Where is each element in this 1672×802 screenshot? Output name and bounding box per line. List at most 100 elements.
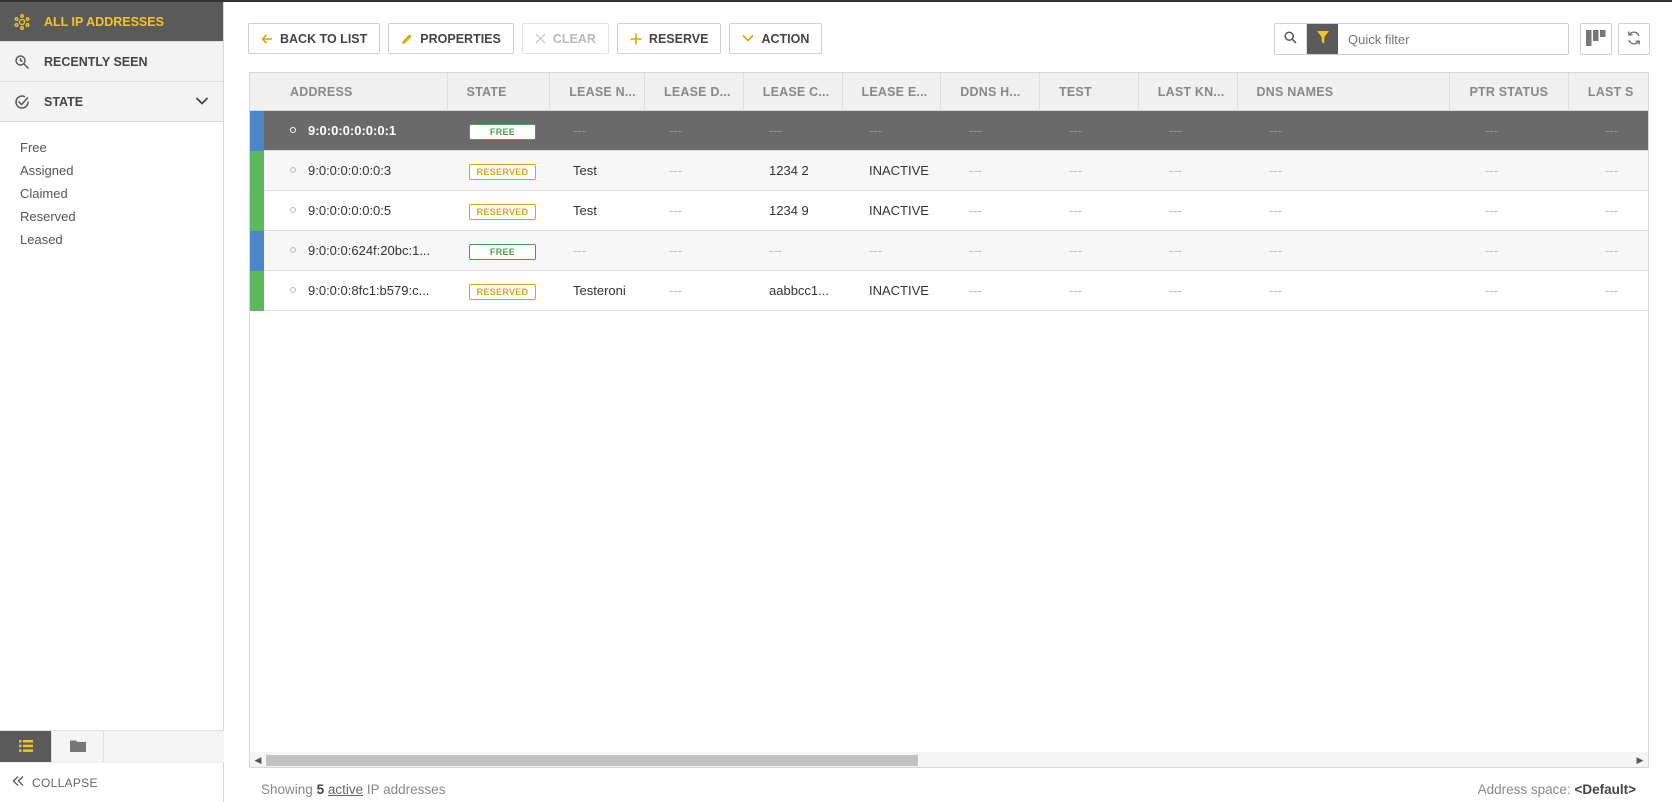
- cell-last-known: ---: [1169, 123, 1182, 138]
- state-color-bar: [250, 151, 264, 191]
- cell-ddns: ---: [969, 243, 982, 258]
- cell-address: 9:0:0:0:0:0:0:1: [264, 111, 450, 150]
- column-header-lease-name[interactable]: LEASE N...: [550, 73, 646, 111]
- state-color-bar: [250, 191, 264, 231]
- status-count: 5: [316, 782, 325, 797]
- column-header-last-seen[interactable]: LAST S: [1569, 73, 1648, 111]
- status-prefix: Showing: [261, 782, 313, 797]
- cell-last-seen: ---: [1605, 283, 1618, 298]
- folder-view-tab[interactable]: [52, 731, 104, 763]
- network-icon: [12, 12, 32, 32]
- nav-all-ip-addresses[interactable]: ALL IP ADDRESSES: [0, 2, 223, 42]
- cell-lease-name: Testeroni: [573, 283, 626, 298]
- cell-ptr-status: ---: [1485, 283, 1498, 298]
- column-header-ptr-status[interactable]: PTR STATUS: [1450, 73, 1569, 111]
- list-view-tab[interactable]: [0, 731, 52, 763]
- cell-ptr-status: ---: [1485, 123, 1498, 138]
- row-radio-icon[interactable]: [290, 206, 296, 213]
- table-row[interactable]: 9:0:0:0:0:0:0:5 RESERVED Test --- 1234 9 INAC…: [250, 191, 1648, 231]
- cell-ptr-status: ---: [1485, 203, 1498, 218]
- column-header-lease-e[interactable]: LEASE E...: [843, 73, 942, 111]
- column-layout-button[interactable]: [1580, 23, 1612, 55]
- state-option-leased[interactable]: Leased: [20, 228, 223, 251]
- column-header-ddns[interactable]: DDNS H...: [941, 73, 1041, 111]
- cell-state: RESERVED: [450, 271, 554, 310]
- column-header-dns-names[interactable]: DNS NAMES: [1238, 73, 1451, 111]
- cell-lease-e: INACTIVE: [869, 163, 929, 178]
- list-icon: [18, 739, 33, 755]
- collapse-sidebar-button[interactable]: COLLAPSE: [0, 762, 224, 802]
- cell-last-known: ---: [1169, 243, 1182, 258]
- address-text: 9:0:0:0:0:0:0:3: [308, 163, 392, 178]
- state-option-claimed[interactable]: Claimed: [20, 182, 223, 205]
- column-header-address[interactable]: ADDRESS: [250, 73, 448, 111]
- cell-lease-e: INACTIVE: [869, 283, 929, 298]
- address-space-label: Address space:: [1477, 782, 1571, 797]
- clear-label: CLEAR: [552, 31, 596, 46]
- nav-state[interactable]: STATE: [0, 82, 223, 122]
- cell-ddns: ---: [969, 123, 982, 138]
- reserve-button[interactable]: RESERVE: [616, 23, 722, 54]
- cell-last-seen: ---: [1605, 123, 1618, 138]
- table-row[interactable]: 9:0:0:0:8fc1:b579:c... RESERVED Testeroni -…: [250, 271, 1648, 311]
- cell-ptr-status: ---: [1485, 163, 1498, 178]
- table-row[interactable]: 9:0:0:0:0:0:0:3 RESERVED Test --- 1234 2 INAC…: [250, 151, 1648, 191]
- quick-filter-input[interactable]: [1338, 24, 1568, 54]
- action-button[interactable]: ACTION: [729, 23, 823, 54]
- cell-ddns: ---: [969, 203, 982, 218]
- cell-lease-name: Test: [573, 203, 597, 218]
- column-header-lease-d[interactable]: LEASE D...: [645, 73, 744, 111]
- scrollbar-thumb[interactable]: [266, 755, 918, 766]
- column-header-last-known[interactable]: LAST KN...: [1139, 73, 1238, 111]
- table-row[interactable]: 9:0:0:0:624f:20bc:1... FREE --- --- --- --- --…: [250, 231, 1648, 271]
- state-color-bar: [250, 111, 264, 151]
- status-badge: RESERVED: [469, 163, 536, 180]
- cell-lease-d: ---: [669, 243, 682, 258]
- state-option-free[interactable]: Free: [20, 136, 223, 159]
- row-radio-icon[interactable]: [290, 126, 296, 133]
- nav-label: ALL IP ADDRESSES: [44, 14, 164, 29]
- cell-dns-names: ---: [1269, 243, 1282, 258]
- reserve-label: RESERVE: [648, 31, 709, 46]
- ip-address-table: ADDRESS STATE LEASE N... LEASE D... LEAS…: [249, 72, 1649, 768]
- row-radio-icon[interactable]: [290, 246, 296, 253]
- pencil-icon: [401, 33, 413, 45]
- state-option-reserved[interactable]: Reserved: [20, 205, 223, 228]
- column-header-test[interactable]: TEST: [1040, 73, 1139, 111]
- cell-test: ---: [1069, 123, 1082, 138]
- sidebar: ALL IP ADDRESSES RECENTLY SEEN STATE Fre…: [0, 2, 224, 802]
- close-icon: [535, 33, 546, 44]
- cell-lease-d: ---: [669, 203, 682, 218]
- state-color-bar: [250, 231, 264, 271]
- horizontal-scrollbar[interactable]: ◀ ▶: [249, 752, 1649, 768]
- cell-state: FREE: [450, 231, 554, 270]
- table-row[interactable]: 9:0:0:0:0:0:0:1 FREE --- --- --- --- --- --- ---…: [250, 111, 1648, 151]
- status-active-link[interactable]: active: [328, 782, 363, 797]
- column-header-lease-c[interactable]: LEASE C...: [744, 73, 843, 111]
- properties-button[interactable]: PROPERTIES: [388, 23, 514, 54]
- chevron-down-icon: [742, 34, 755, 43]
- cell-ptr-status: ---: [1485, 243, 1498, 258]
- state-option-assigned[interactable]: Assigned: [20, 159, 223, 182]
- status-badge: RESERVED: [469, 203, 536, 220]
- refresh-button[interactable]: [1618, 23, 1650, 55]
- nav-recently-seen[interactable]: RECENTLY SEEN: [0, 42, 223, 82]
- cell-dns-names: ---: [1269, 163, 1282, 178]
- quick-filter-box: [1274, 23, 1569, 55]
- cell-lease-c: 1234 9: [769, 203, 809, 218]
- cell-state: RESERVED: [450, 151, 554, 190]
- back-to-list-button[interactable]: BACK TO LIST: [248, 23, 381, 54]
- check-circle-icon: [12, 92, 32, 112]
- row-radio-icon[interactable]: [290, 286, 296, 293]
- clear-button[interactable]: CLEAR: [521, 23, 609, 54]
- address-space-value[interactable]: <Default>: [1574, 782, 1636, 797]
- status-badge: FREE: [469, 243, 536, 260]
- cell-lease-d: ---: [669, 123, 682, 138]
- scroll-left-icon[interactable]: ◀: [250, 752, 266, 768]
- row-radio-icon[interactable]: [290, 166, 296, 173]
- column-header-state[interactable]: STATE: [448, 73, 551, 111]
- filter-toggle-button[interactable]: [1307, 24, 1338, 54]
- chevron-down-icon[interactable]: [195, 95, 209, 109]
- scroll-right-icon[interactable]: ▶: [1632, 752, 1648, 768]
- search-button[interactable]: [1275, 24, 1307, 54]
